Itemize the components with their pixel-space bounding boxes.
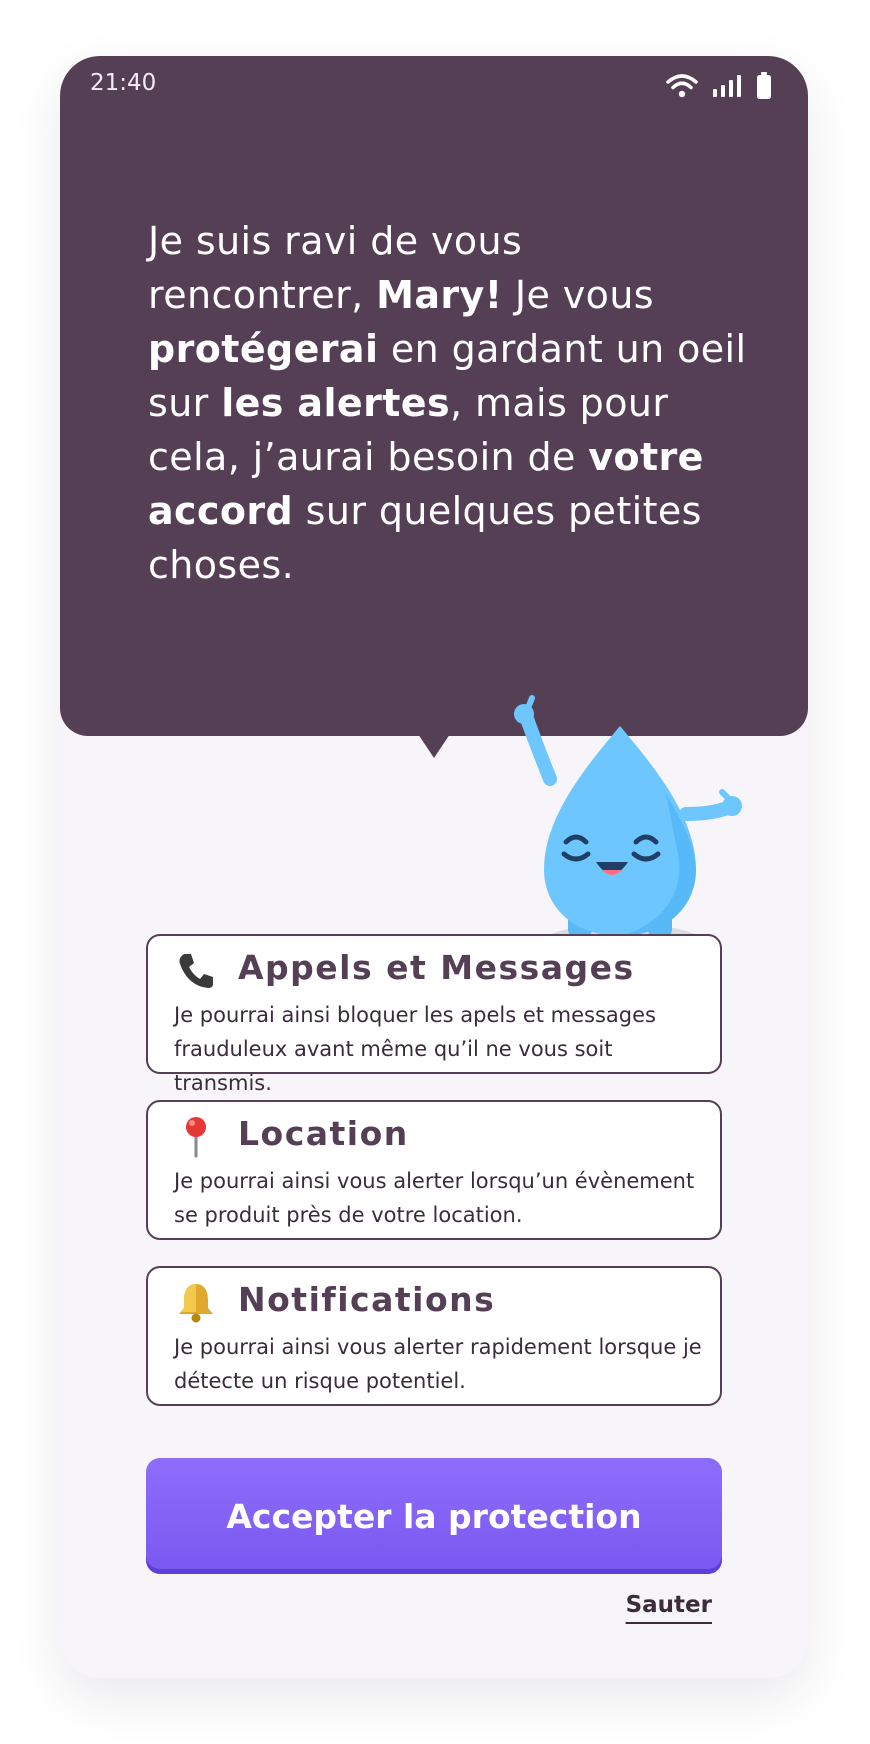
signal-icon bbox=[713, 75, 741, 97]
intro-user-name: Mary! bbox=[376, 273, 503, 317]
permission-title: Notifications bbox=[238, 1280, 496, 1319]
permission-title: Appels et Messages bbox=[238, 948, 635, 987]
phone-screen: 21:40 Je suis ravi de vous rencontrer, M… bbox=[60, 56, 808, 1678]
intro-bold: protégerai bbox=[148, 327, 379, 371]
skip-link[interactable]: Sauter bbox=[626, 1592, 712, 1618]
permission-card-calls[interactable]: Appels et Messages Je pourrai ainsi bloq… bbox=[146, 934, 722, 1095]
intro-message: Je suis ravi de vous rencontrer, Mary! J… bbox=[148, 214, 748, 592]
pin-icon bbox=[186, 1117, 206, 1158]
status-time: 21:40 bbox=[90, 70, 157, 96]
bubble-tail bbox=[418, 734, 450, 758]
battery-icon bbox=[757, 72, 771, 99]
phone-icon bbox=[179, 954, 213, 988]
bell-icon bbox=[179, 1284, 213, 1323]
intro-text: Je vous bbox=[502, 273, 655, 317]
speech-bubble: 21:40 Je suis ravi de vous rencontrer, M… bbox=[60, 56, 808, 736]
permission-description: Je pourrai ainsi bloquer les apels et me… bbox=[174, 1003, 656, 1095]
water-drop-mascot-icon bbox=[514, 695, 742, 960]
permission-card-location[interactable]: Location Je pourrai ainsi vous alerter l… bbox=[146, 1100, 722, 1240]
status-icons bbox=[666, 72, 772, 100]
permission-description: Je pourrai ainsi vous alerter rapidement… bbox=[174, 1335, 702, 1393]
accept-protection-button[interactable]: Accepter la protection bbox=[146, 1458, 722, 1574]
wifi-icon bbox=[666, 74, 698, 98]
intro-bold: les alertes bbox=[221, 381, 450, 425]
permission-description: Je pourrai ainsi vous alerter lorsqu’un … bbox=[174, 1169, 695, 1227]
permission-title: Location bbox=[238, 1114, 409, 1153]
permission-card-notifications[interactable]: Notifications Je pourrai ainsi vous aler… bbox=[146, 1266, 722, 1406]
